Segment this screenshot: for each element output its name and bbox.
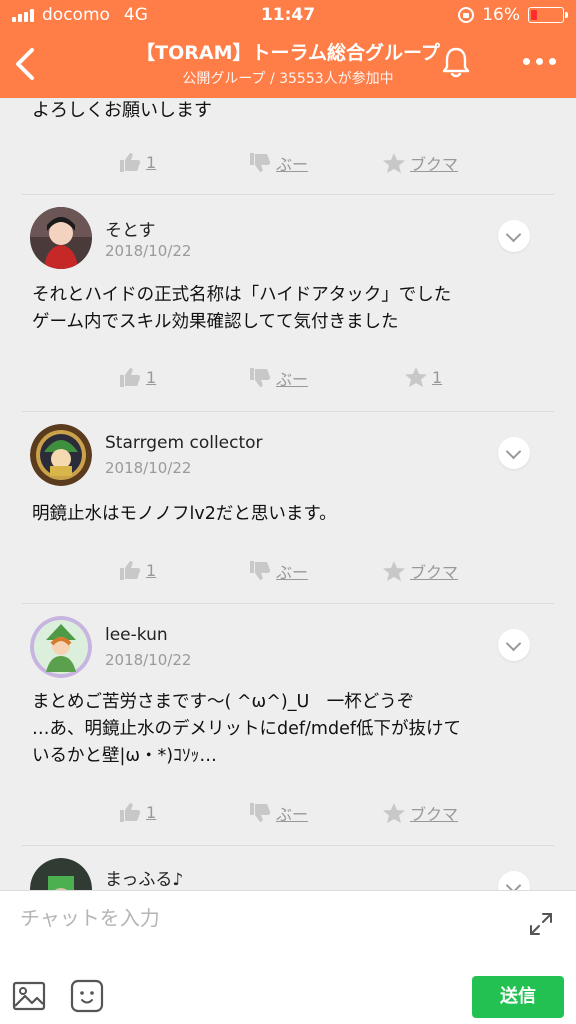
bookmark-button[interactable]: ブクマ (382, 801, 458, 825)
dislike-button[interactable]: ぶー (248, 151, 308, 175)
star-icon (405, 367, 427, 387)
emoji-icon[interactable] (70, 979, 104, 1013)
expand-icon[interactable] (528, 911, 554, 937)
chevron-down-icon[interactable] (498, 437, 530, 469)
send-button[interactable]: 送信 (472, 976, 564, 1018)
message-text: それとハイドの正式名称は「ハイドアタック」でした ゲーム内でスキル効果確認してて… (32, 285, 452, 332)
nav-bar: 【TORAM】トーラム総合グループ 公開グループ / 35553人が参加中 (0, 32, 576, 98)
user-name[interactable]: まっふる♪ (105, 865, 183, 890)
rotation-lock-icon (458, 7, 475, 23)
bookmark-button[interactable]: 1 (404, 366, 442, 388)
battery-percent: 16% (482, 5, 520, 25)
post-date: 2018/10/22 (105, 242, 192, 260)
thumbs-down-icon (250, 368, 271, 387)
user-name[interactable]: そとす (105, 216, 156, 241)
thumbs-down-icon (250, 153, 271, 172)
avatar[interactable] (30, 424, 92, 486)
chat-post: そとす 2018/10/22 それとハイドの正式名称は「ハイドアタック」でした … (0, 194, 576, 411)
dislike-button[interactable]: ぶー (248, 559, 308, 583)
avatar-image-icon (30, 858, 92, 890)
message-text: 明鏡止水はモノノフlv2だと思います。 (32, 504, 337, 524)
avatar-image-icon (30, 424, 92, 486)
star-icon (383, 153, 405, 173)
dislike-button[interactable]: ぶー (248, 801, 308, 825)
chevron-down-icon[interactable] (498, 220, 530, 252)
chat-feed[interactable]: よろしくお願いします 1 ぶー ブクマ そとす 2018/10/22 それとハイ… (0, 98, 576, 890)
dislike-button[interactable]: ぶー (248, 366, 308, 390)
thumbs-up-icon (120, 803, 141, 822)
thumbs-up-icon (120, 368, 141, 387)
more-options-icon[interactable] (523, 58, 556, 65)
chevron-down-icon[interactable] (498, 871, 530, 890)
post-date: 2018/10/22 (105, 651, 192, 669)
thumbs-up-icon (120, 153, 141, 172)
like-button[interactable]: 1 (118, 366, 156, 388)
user-name[interactable]: lee-kun (105, 625, 168, 645)
back-arrow-icon[interactable] (12, 46, 42, 82)
like-button[interactable]: 1 (118, 801, 156, 823)
message-text: よろしくお願いします (32, 100, 212, 121)
user-name[interactable]: Starrgem collector (105, 433, 263, 453)
chevron-down-icon[interactable] (498, 629, 530, 661)
thumbs-up-icon (120, 561, 141, 580)
avatar[interactable] (30, 616, 92, 678)
star-icon (383, 561, 405, 581)
post-date: 2018/10/22 (105, 459, 192, 477)
chat-post: lee-kun 2018/10/22 まとめご苦労さまです〜( ^ω^)_U 一… (0, 603, 576, 846)
battery-icon (528, 7, 568, 23)
avatar-image-icon (30, 207, 92, 269)
header-bar: docomo 4G 11:47 16% 【TORAM】トーラム総合グループ 公開… (0, 0, 576, 98)
bell-icon[interactable] (438, 44, 474, 80)
bookmark-button[interactable]: ブクマ (382, 559, 458, 583)
message-text: まとめご苦労さまです〜( ^ω^)_U 一杯どうぞ …あ、明鏡止水のデメリットに… (32, 692, 462, 766)
like-button[interactable]: 1 (118, 151, 156, 173)
avatar-image-icon (30, 616, 92, 678)
like-button[interactable]: 1 (118, 559, 156, 581)
status-bar: docomo 4G 11:47 16% (0, 0, 576, 32)
chat-post: まっふる♪ (0, 845, 576, 890)
image-icon[interactable] (12, 981, 46, 1011)
thumbs-down-icon (250, 561, 271, 580)
avatar[interactable] (30, 858, 92, 890)
avatar[interactable] (30, 207, 92, 269)
thumbs-down-icon (250, 803, 271, 822)
bookmark-button[interactable]: ブクマ (382, 151, 458, 175)
star-icon (383, 803, 405, 823)
chat-post: Starrgem collector 2018/10/22 明鏡止水はモノノフl… (0, 411, 576, 603)
chat-input[interactable] (20, 903, 500, 933)
